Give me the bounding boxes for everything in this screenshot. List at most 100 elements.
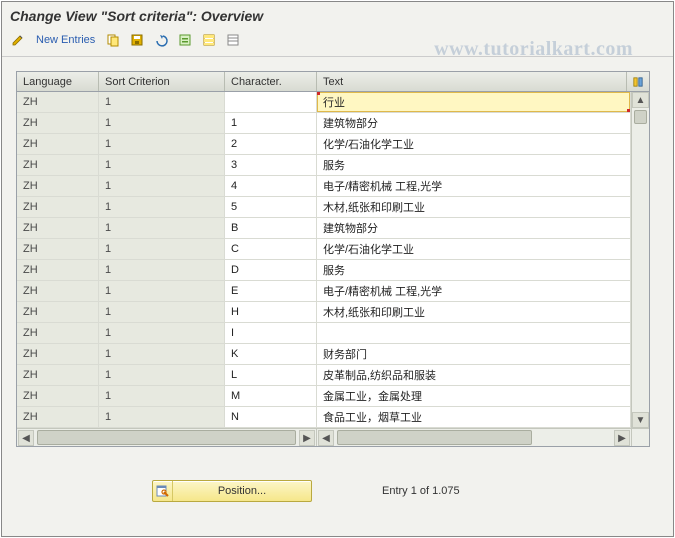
cell-sort-criterion: 1 [99, 302, 225, 322]
col-header-character[interactable]: Character. [225, 72, 317, 91]
cell-sort-criterion: 1 [99, 176, 225, 196]
position-icon [153, 481, 173, 501]
scroll-up-icon[interactable]: ▲ [632, 92, 649, 108]
table-row[interactable]: ZH12化学/石油化学工业 [17, 134, 631, 155]
table-config-icon[interactable] [627, 72, 649, 91]
cell-text[interactable] [317, 323, 631, 343]
delimit-icon[interactable] [175, 30, 195, 50]
cell-language: ZH [17, 134, 99, 154]
save-icon[interactable] [127, 30, 147, 50]
table-row[interactable]: ZH1行业 [17, 92, 631, 113]
cell-language: ZH [17, 302, 99, 322]
cell-text[interactable]: 建筑物部分 [317, 218, 631, 238]
cell-text[interactable]: 电子/精密机械 工程,光学 [317, 176, 631, 196]
cell-character[interactable]: K [225, 344, 317, 364]
table-row[interactable]: ZH13服务 [17, 155, 631, 176]
col-header-language[interactable]: Language [17, 72, 99, 91]
cell-text[interactable]: 木材,纸张和印刷工业 [317, 302, 631, 322]
cell-character[interactable] [225, 92, 317, 112]
table-row[interactable]: ZH15木材,纸张和印刷工业 [17, 197, 631, 218]
cell-text[interactable]: 金属工业，金属处理 [317, 386, 631, 406]
hscroll-right-icon[interactable]: ▶ [299, 430, 315, 446]
cell-character[interactable]: B [225, 218, 317, 238]
cell-sort-criterion: 1 [99, 239, 225, 259]
table-row[interactable]: ZH1L皮革制品,纺织品和服装 [17, 365, 631, 386]
cell-character[interactable]: H [225, 302, 317, 322]
table-row[interactable]: ZH1C化学/石油化学工业 [17, 239, 631, 260]
table-row[interactable]: ZH1K财务部门 [17, 344, 631, 365]
cell-character[interactable]: E [225, 281, 317, 301]
cell-sort-criterion: 1 [99, 134, 225, 154]
change-icon[interactable] [8, 30, 28, 50]
cell-character[interactable]: C [225, 239, 317, 259]
position-button[interactable]: Position... [152, 480, 312, 502]
cell-character[interactable]: 1 [225, 113, 317, 133]
cell-language: ZH [17, 260, 99, 280]
cell-text[interactable]: 木材,纸张和印刷工业 [317, 197, 631, 217]
cell-character[interactable]: 2 [225, 134, 317, 154]
cell-language: ZH [17, 344, 99, 364]
cell-character[interactable]: 4 [225, 176, 317, 196]
table-row[interactable]: ZH1N食品工业，烟草工业 [17, 407, 631, 428]
scroll-down-icon[interactable]: ▼ [632, 412, 649, 428]
cell-sort-criterion: 1 [99, 260, 225, 280]
vertical-scroll-thumb[interactable] [634, 110, 647, 124]
cell-language: ZH [17, 281, 99, 301]
cell-sort-criterion: 1 [99, 386, 225, 406]
cell-character[interactable]: 3 [225, 155, 317, 175]
hscroll-thumb-right[interactable] [337, 430, 532, 445]
table-row[interactable]: ZH1H木材,纸张和印刷工业 [17, 302, 631, 323]
position-button-label: Position... [173, 485, 311, 497]
hscroll-right-icon-2[interactable]: ▶ [614, 430, 630, 446]
hscroll-thumb-left[interactable] [37, 430, 296, 445]
cell-language: ZH [17, 155, 99, 175]
cell-text[interactable]: 服务 [317, 155, 631, 175]
table-row[interactable]: ZH1E电子/精密机械 工程,光学 [17, 281, 631, 302]
vertical-scrollbar[interactable]: ▲ ▼ [631, 92, 649, 428]
cell-sort-criterion: 1 [99, 92, 225, 112]
cell-character[interactable]: D [225, 260, 317, 280]
table-row[interactable]: ZH11建筑物部分 [17, 113, 631, 134]
copy-icon[interactable] [103, 30, 123, 50]
cell-sort-criterion: 1 [99, 407, 225, 427]
cell-text[interactable]: 化学/石油化学工业 [317, 239, 631, 259]
cell-text[interactable]: 行业 [317, 92, 631, 112]
select-all-icon[interactable] [199, 30, 219, 50]
cell-sort-criterion: 1 [99, 155, 225, 175]
cell-character[interactable]: 5 [225, 197, 317, 217]
cell-language: ZH [17, 323, 99, 343]
col-header-text[interactable]: Text [317, 72, 627, 91]
cell-text[interactable]: 电子/精密机械 工程,光学 [317, 281, 631, 301]
cell-language: ZH [17, 386, 99, 406]
cell-text[interactable]: 皮革制品,纺织品和服装 [317, 365, 631, 385]
undo-icon[interactable] [151, 30, 171, 50]
table-row[interactable]: ZH14电子/精密机械 工程,光学 [17, 176, 631, 197]
data-table: Language Sort Criterion Character. Text … [16, 71, 650, 447]
cell-text[interactable]: 财务部门 [317, 344, 631, 364]
table-row[interactable]: ZH1I [17, 323, 631, 344]
col-header-sort-criterion[interactable]: Sort Criterion [99, 72, 225, 91]
table-header: Language Sort Criterion Character. Text [17, 72, 649, 92]
toolbar: New Entries [2, 28, 673, 57]
cell-text[interactable]: 建筑物部分 [317, 113, 631, 133]
hscroll-left-icon[interactable]: ◀ [18, 430, 34, 446]
cell-sort-criterion: 1 [99, 365, 225, 385]
horizontal-scrollbar: ◀ ▶ ◀ ▶ [17, 428, 649, 446]
cell-text[interactable]: 食品工业，烟草工业 [317, 407, 631, 427]
cell-text[interactable]: 化学/石油化学工业 [317, 134, 631, 154]
cell-text[interactable]: 服务 [317, 260, 631, 280]
cell-character[interactable]: I [225, 323, 317, 343]
table-row[interactable]: ZH1M金属工业，金属处理 [17, 386, 631, 407]
table-row[interactable]: ZH1B建筑物部分 [17, 218, 631, 239]
hscroll-left-icon-2[interactable]: ◀ [318, 430, 334, 446]
cell-language: ZH [17, 239, 99, 259]
cell-character[interactable]: M [225, 386, 317, 406]
cell-character[interactable]: N [225, 407, 317, 427]
deselect-all-icon[interactable] [223, 30, 243, 50]
table-row[interactable]: ZH1D服务 [17, 260, 631, 281]
cell-language: ZH [17, 197, 99, 217]
cell-sort-criterion: 1 [99, 344, 225, 364]
cell-sort-criterion: 1 [99, 113, 225, 133]
new-entries-button[interactable]: New Entries [32, 34, 99, 46]
cell-character[interactable]: L [225, 365, 317, 385]
